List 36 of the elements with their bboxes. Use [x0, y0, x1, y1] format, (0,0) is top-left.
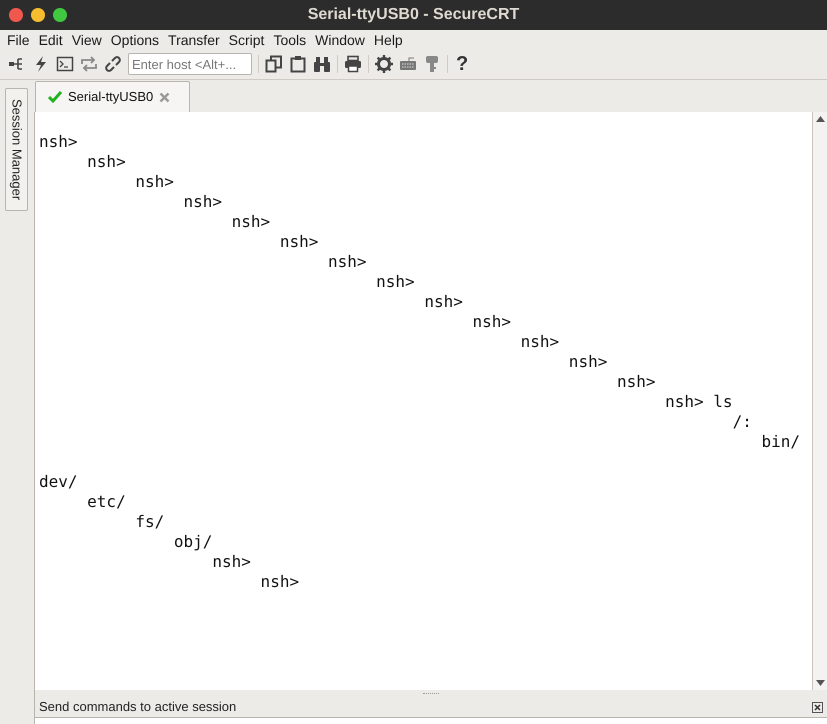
gear-icon[interactable] — [375, 55, 393, 73]
clipboard-icon[interactable] — [289, 55, 307, 73]
copy-icon[interactable] — [265, 55, 283, 73]
repeat-icon[interactable] — [80, 55, 98, 73]
command-input[interactable] — [34, 717, 827, 724]
scroll-down-icon[interactable] — [816, 680, 824, 686]
tab-label: Serial-ttyUSB0 — [68, 88, 154, 106]
maximize-button[interactable] — [53, 8, 67, 22]
menu-item[interactable]: Edit — [34, 30, 67, 50]
printer-icon[interactable] — [344, 55, 362, 73]
menu-item[interactable]: File — [3, 30, 34, 50]
menu-item[interactable]: Script — [224, 30, 268, 50]
menu-item[interactable]: View — [68, 30, 106, 50]
terminal-icon[interactable] — [56, 55, 74, 73]
splitter-handle[interactable] — [423, 692, 439, 694]
close-button[interactable] — [9, 8, 23, 22]
keyboard-icon[interactable] — [399, 55, 417, 73]
help-button[interactable]: ? — [454, 54, 470, 74]
panel-title: Send commands to active session — [39, 698, 236, 716]
binoculars-icon[interactable] — [313, 55, 331, 73]
window-title: Serial-ttyUSB0 - SecureCRT — [308, 5, 520, 25]
host-field[interactable]: Enter host <Alt+... — [128, 53, 252, 75]
terminal-output: nsh> nsh> nsh> nsh> nsh> nsh> nsh> nsh> nsh> nsh> nsh> nsh> nsh> nsh> ls /: bin/ dev/ etc/ fs/ obj/ nsh> nsh> — [35, 112, 812, 690]
minimize-button[interactable] — [31, 8, 45, 22]
menu-item[interactable]: Transfer — [164, 30, 224, 50]
close-icon[interactable] — [812, 702, 823, 712]
menu-item[interactable]: Window — [311, 30, 369, 50]
link-icon[interactable] — [104, 55, 122, 73]
session-tab[interactable]: Serial-ttyUSB0 — [35, 81, 190, 112]
scrollbar[interactable] — [812, 112, 827, 690]
menu-item[interactable]: Help — [370, 30, 407, 50]
menu-item[interactable]: Tools — [269, 30, 310, 50]
key-icon[interactable] — [423, 55, 441, 73]
menu-item[interactable]: Options — [106, 30, 164, 50]
side-tab[interactable]: Session Manager — [5, 88, 28, 211]
scroll-up-icon[interactable] — [816, 116, 824, 122]
